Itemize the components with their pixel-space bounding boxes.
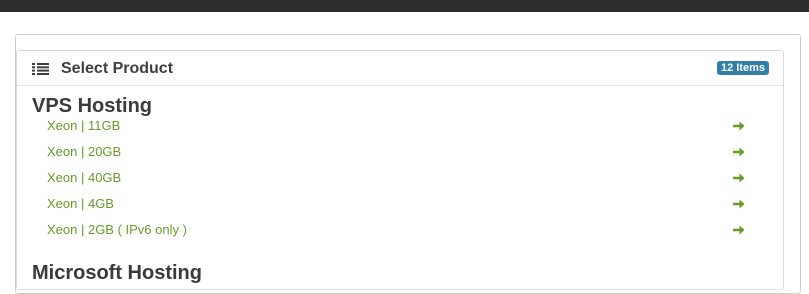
panel-heading: Select Product 12 Items [17,51,783,86]
product-row[interactable]: Xeon | 2GB ( IPv6 only ) [47,221,747,241]
group-title-microsoft-hosting: Microsoft Hosting [32,262,202,284]
arrow-right-icon[interactable] [733,224,745,236]
item-count-badge: 12 Items [716,61,769,75]
top-navigation-bar [0,0,809,12]
product-link[interactable]: Xeon | 4GB [47,195,114,213]
product-link[interactable]: Xeon | 11GB [47,117,120,135]
arrow-right-icon[interactable] [733,198,745,210]
product-link[interactable]: Xeon | 20GB [47,143,121,161]
product-row[interactable]: Xeon | 11GB [47,117,747,137]
product-row[interactable]: Xeon | 40GB [47,169,747,189]
panel-title: Select Product [61,60,174,77]
list-icon [32,63,49,75]
arrow-right-icon[interactable] [733,120,745,132]
product-link[interactable]: Xeon | 40GB [47,169,121,187]
product-row[interactable]: Xeon | 4GB [47,195,747,215]
group-title-vps-hosting: VPS Hosting [32,95,153,117]
arrow-right-icon[interactable] [733,172,745,184]
product-row[interactable]: Xeon | 20GB [47,143,747,163]
arrow-right-icon[interactable] [733,146,745,158]
product-link[interactable]: Xeon | 2GB ( IPv6 only ) [47,221,187,239]
select-product-panel: Select Product 12 Items VPS Hosting Xeon… [16,50,784,290]
